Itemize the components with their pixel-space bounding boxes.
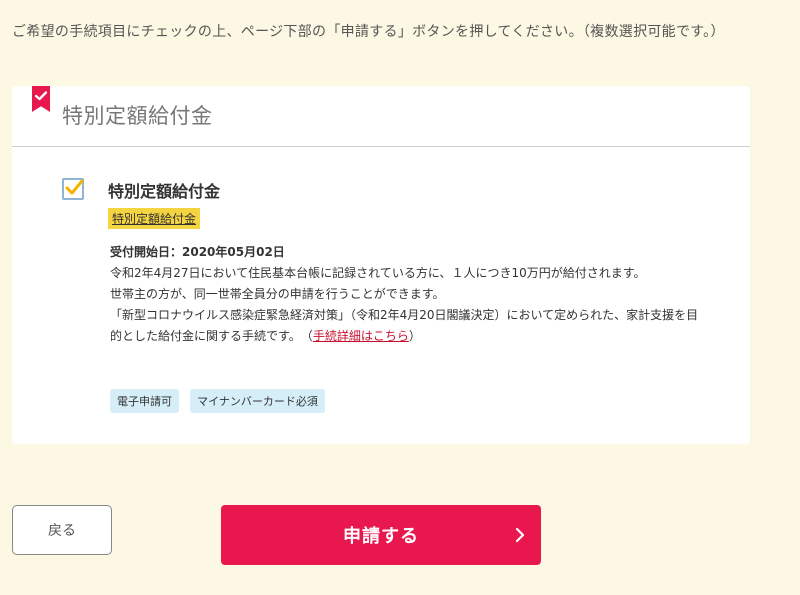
reception-start-date: 受付開始日：2020年05月02日 bbox=[110, 245, 285, 259]
badge-electronic-application: 電子申請可 bbox=[110, 389, 179, 413]
description-line-3: 「新型コロナウイルス感染症緊急経済対策」（令和2年4月20日閣議決定）において定… bbox=[110, 305, 700, 347]
procedure-checkbox[interactable] bbox=[62, 178, 84, 200]
submit-button-label: 申請する bbox=[343, 526, 419, 547]
bookmark-check-icon bbox=[32, 86, 50, 112]
description-line-3-close: ） bbox=[408, 329, 421, 343]
procedure-card: 特別定額給付金 特別定額給付金 特別定額給付金 受付開始日：2020年05月02… bbox=[12, 86, 750, 444]
description-line-1: 令和2年4月27日において住民基本台帳に記録されている方に、１人につき10万円が… bbox=[110, 266, 646, 280]
card-header-title: 特別定額給付金 bbox=[62, 104, 213, 128]
procedure-badges: 電子申請可 マイナンバーカード必須 bbox=[110, 389, 331, 413]
instruction-text: ご希望の手続項目にチェックの上、ページ下部の「申請する」ボタンを押してください。… bbox=[12, 24, 725, 40]
card-header: 特別定額給付金 bbox=[12, 86, 750, 147]
procedure-description: 受付開始日：2020年05月02日 令和2年4月27日において住民基本台帳に記録… bbox=[110, 242, 700, 347]
description-line-2: 世帯主の方が、同一世帯全員分の申請を行うことができます。 bbox=[110, 287, 445, 301]
checkmark-icon bbox=[65, 179, 84, 195]
procedure-title: 特別定額給付金 bbox=[108, 182, 221, 201]
chevron-right-icon bbox=[515, 527, 525, 543]
procedure-detail-link[interactable]: 手続詳細はこちら bbox=[313, 329, 409, 343]
badge-mynumber-card-required: マイナンバーカード必須 bbox=[190, 389, 325, 413]
back-button[interactable]: 戻る bbox=[12, 505, 112, 555]
submit-button[interactable]: 申請する bbox=[221, 505, 541, 565]
procedure-category-link[interactable]: 特別定額給付金 bbox=[108, 208, 201, 229]
